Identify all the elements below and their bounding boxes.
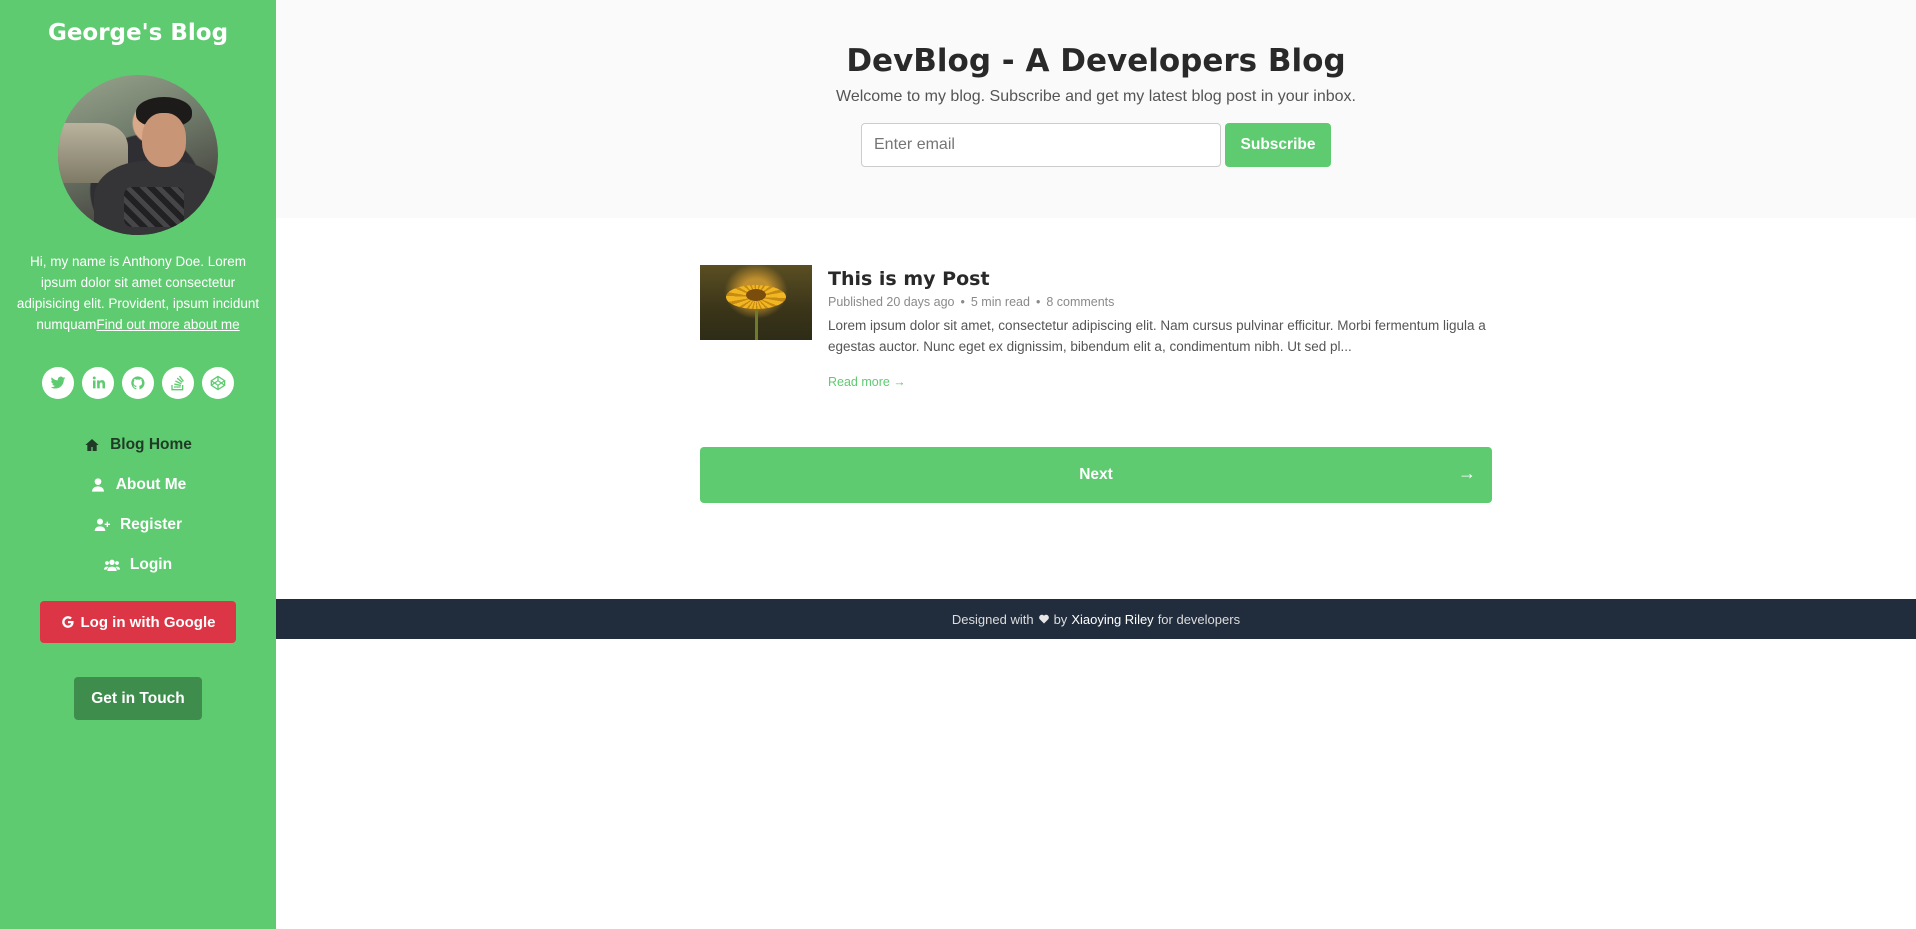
google-login-label: Log in with Google [80, 613, 216, 631]
subscribe-button[interactable]: Subscribe [1225, 123, 1331, 167]
user-plus-icon [94, 518, 110, 531]
intro-text: Welcome to my blog. Subscribe and get my… [836, 88, 1356, 105]
post-body: This is my Post Published 20 days ago • … [828, 265, 1492, 391]
github-icon[interactable] [122, 367, 154, 399]
home-icon [85, 439, 99, 451]
post-title[interactable]: This is my Post [828, 267, 1492, 291]
post-excerpt: Lorem ipsum dolor sit amet, consectetur … [828, 318, 1486, 354]
post-read-time: 5 min read [970, 295, 1030, 309]
sidebar: George's Blog Hi, my name is Anthony Doe… [0, 0, 276, 929]
nav-about-me[interactable]: About Me [0, 465, 276, 505]
email-input[interactable] [861, 123, 1221, 167]
google-icon [61, 616, 74, 628]
arrow-right-icon: → [1458, 463, 1476, 483]
post-meta: Published 20 days ago • 5 min read • 8 c… [828, 295, 1115, 309]
footer-suffix: for developers [1157, 611, 1241, 627]
page-title: DevBlog - A Developers Blog [846, 43, 1346, 79]
bio: Hi, my name is Anthony Doe. Lorem ipsum … [12, 251, 264, 335]
linkedin-icon[interactable] [82, 367, 114, 399]
nav-about-me-label: About Me [115, 476, 187, 493]
blog-header: DevBlog - A Developers Blog Welcome to m… [276, 0, 1916, 218]
footer-by: by [1053, 611, 1068, 627]
next-label: Next [1079, 466, 1113, 483]
google-login-button[interactable]: Log in with Google [40, 601, 236, 643]
sidebar-nav: Blog Home About Me Register Login [0, 425, 276, 585]
find-out-more-link[interactable]: Find out more about me [96, 317, 239, 332]
footer-author-link[interactable]: Xiaoying Riley [1071, 612, 1153, 627]
signup-form: Subscribe [276, 123, 1916, 167]
blog-name[interactable]: George's Blog [0, 19, 276, 47]
nav-login[interactable]: Login [0, 545, 276, 585]
twitter-icon[interactable] [42, 367, 74, 399]
post-date: Published 20 days ago [828, 295, 955, 309]
footer-designed-with: Designed with [951, 611, 1034, 627]
footer: Designed with by Xiaoying Riley for deve… [276, 599, 1916, 639]
heart-icon [1038, 614, 1049, 624]
post-item: This is my Post Published 20 days ago • … [700, 265, 1492, 391]
nav-login-label: Login [129, 556, 173, 573]
nav-blog-home-label: Blog Home [110, 436, 192, 453]
post-comments[interactable]: 8 comments [1046, 295, 1114, 309]
profile-avatar [58, 75, 218, 235]
users-icon [103, 559, 120, 571]
next-page-button[interactable]: Next → [700, 447, 1492, 503]
nav-blog-home[interactable]: Blog Home [0, 425, 276, 465]
user-icon [91, 478, 104, 492]
codepen-icon[interactable] [202, 367, 234, 399]
nav-register-label: Register [119, 516, 183, 533]
post-thumbnail[interactable] [700, 265, 812, 340]
stack-overflow-icon[interactable] [162, 367, 194, 399]
get-in-touch-button[interactable]: Get in Touch [74, 677, 202, 720]
nav-register[interactable]: Register [0, 505, 276, 545]
read-more-link[interactable]: Read more → [828, 375, 906, 389]
social-links [0, 367, 276, 399]
